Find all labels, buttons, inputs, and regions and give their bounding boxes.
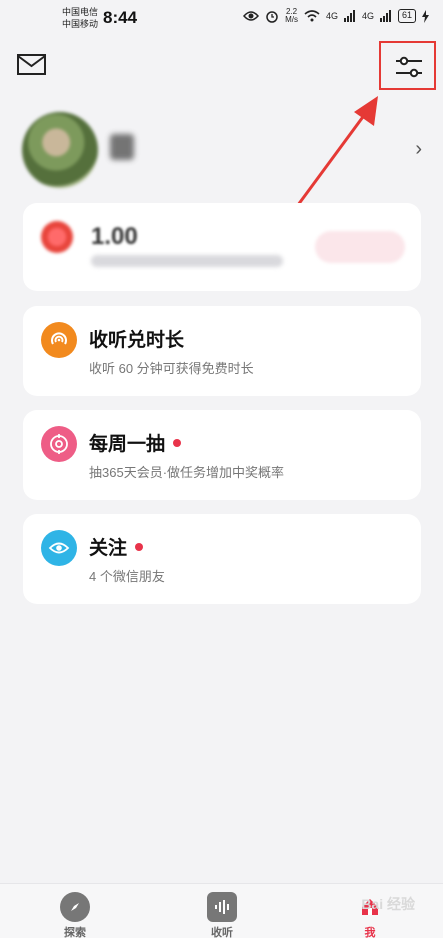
vip-action-button[interactable] [315, 231, 405, 263]
nav-tab-explore[interactable]: 探索 [45, 892, 105, 938]
feature-card-weekly-draw[interactable]: 每周一抽 抽365天会员·做任务增加中奖概率 [23, 410, 421, 500]
headphones-waves-icon [41, 322, 77, 358]
alarm-icon [266, 11, 278, 23]
signal-bars-icon [379, 10, 391, 22]
net-speed-unit: M/s [285, 15, 298, 24]
charging-icon [422, 9, 429, 23]
screen: 中国电信 中国移动 8:44 2.2 M/s 4G 4G 61 › 1.00 收… [0, 0, 443, 938]
net-speed: 2.2 M/s [285, 8, 298, 24]
feature-title-text: 收听兑时长 [89, 330, 185, 351]
vip-amount: 1.00 [91, 223, 142, 251]
nav-tab-listen[interactable]: 收听 [192, 892, 252, 938]
annotation-highlight-box [379, 41, 436, 90]
feature-title-text: 关注 [89, 538, 128, 559]
feature-title: 每周一抽 [89, 429, 182, 456]
battery-level: 61 [397, 9, 416, 23]
mail-icon [17, 54, 46, 75]
mail-button[interactable] [16, 52, 48, 78]
chevron-right-icon[interactable]: › [415, 138, 422, 161]
carrier-2: 中国移动 [62, 19, 99, 29]
vip-description [91, 255, 283, 267]
compass-icon [60, 892, 90, 922]
feature-title: 收听兑时长 [89, 325, 184, 352]
vip-card[interactable]: 1.00 [23, 203, 421, 291]
vip-icon [41, 221, 73, 253]
status-bar: 中国电信 中国移动 8:44 2.2 M/s 4G 4G 61 [0, 0, 443, 36]
feature-title-text: 每周一抽 [89, 434, 166, 455]
feature-description: 4 个微信朋友 [89, 569, 165, 584]
avatar[interactable] [22, 112, 98, 188]
target-icon [41, 426, 77, 462]
status-time: 8:44 [103, 8, 138, 27]
feature-description: 抽365天会员·做任务增加中奖概率 [89, 465, 285, 480]
feature-title: 关注 [89, 533, 144, 560]
feature-card-follow[interactable]: 关注 4 个微信朋友 [23, 514, 421, 604]
vip-amount-value: 1.00 [91, 223, 138, 250]
feature-card-listen-redeem[interactable]: 收听兑时长 收听 60 分钟可获得免费时长 [23, 306, 421, 396]
watermark: Bai 经验 [361, 896, 415, 912]
wifi-icon [304, 10, 320, 22]
carrier-1: 中国电信 [62, 7, 99, 17]
username [110, 134, 134, 160]
eye-status-icon [243, 11, 260, 21]
signal-bars-icon [343, 10, 355, 22]
status-icons: 2.2 M/s 4G 4G 61 [243, 8, 429, 24]
nav-label: 探索 [64, 927, 86, 938]
profile-row[interactable]: › [22, 110, 432, 190]
audio-wave-icon [207, 892, 237, 922]
nav-label: 我 [364, 927, 376, 938]
notification-dot [173, 438, 182, 447]
eye-icon [41, 530, 77, 566]
notification-dot [135, 542, 144, 551]
signal-2-label: 4G [361, 11, 374, 21]
feature-description: 收听 60 分钟可获得免费时长 [89, 361, 254, 376]
carrier-labels: 中国电信 中国移动 [62, 6, 98, 30]
nav-label: 收听 [211, 927, 233, 938]
signal-1-label: 4G [325, 11, 338, 21]
